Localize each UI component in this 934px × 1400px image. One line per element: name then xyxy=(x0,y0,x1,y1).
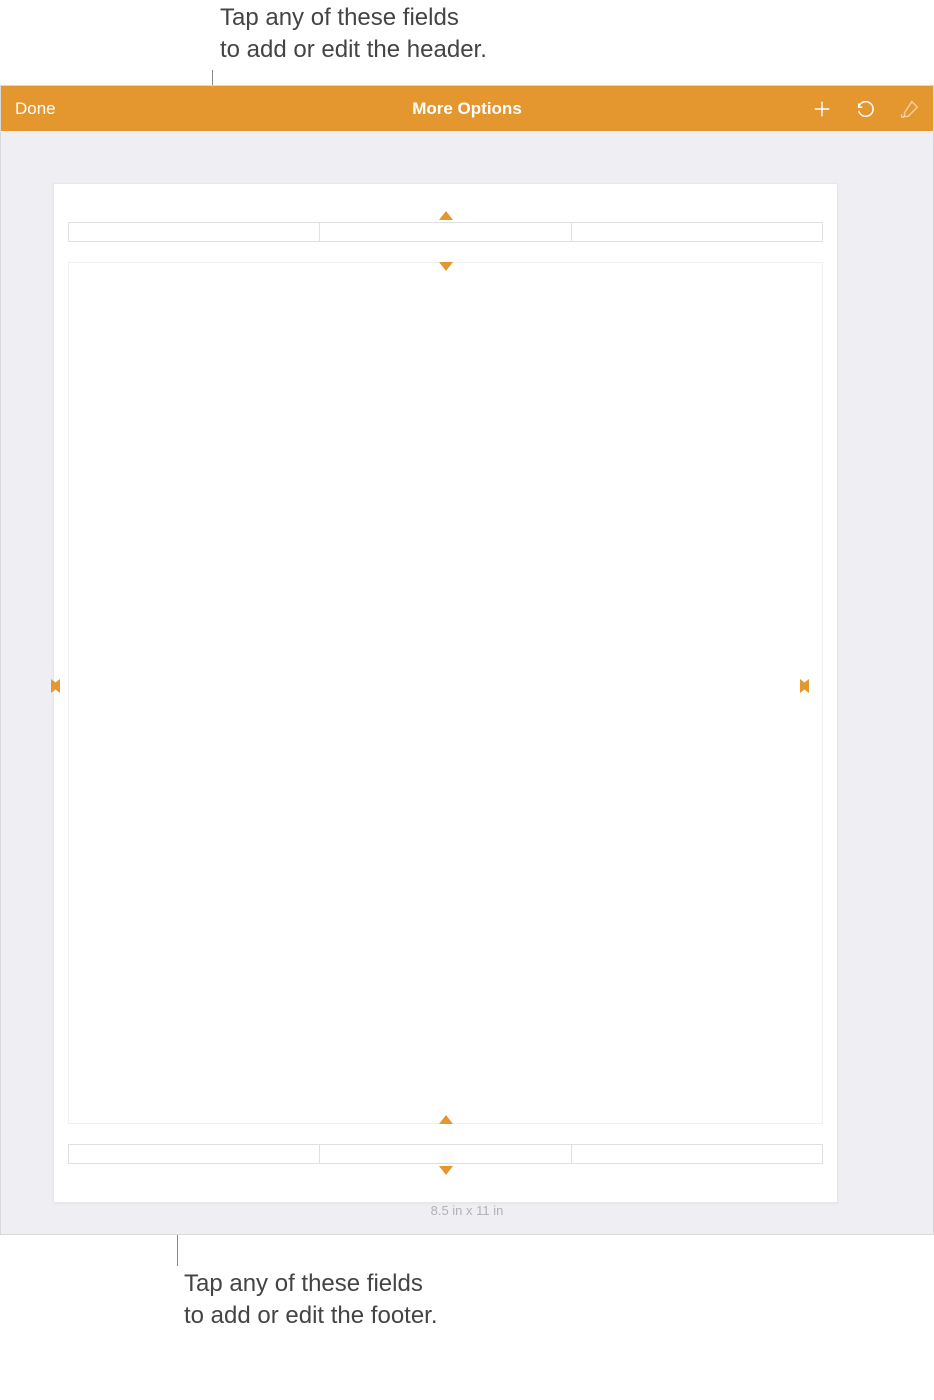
body-bottom-margin-handle[interactable] xyxy=(439,1115,453,1124)
app-window: Done More Options xyxy=(0,85,934,1235)
header-field-center[interactable] xyxy=(320,223,571,241)
header-field-row xyxy=(68,222,823,242)
add-icon[interactable] xyxy=(809,96,835,122)
brush-icon[interactable] xyxy=(897,96,923,122)
footer-bottom-margin-handle[interactable] xyxy=(439,1166,453,1175)
page-dimensions-label: 8.5 in x 11 in xyxy=(1,1203,933,1218)
undo-icon[interactable] xyxy=(853,96,879,122)
header-top-margin-handle[interactable] xyxy=(439,211,453,220)
toolbar-title: More Options xyxy=(1,99,933,119)
document-body[interactable] xyxy=(68,262,823,1124)
document-canvas: 8.5 in x 11 in xyxy=(1,131,933,1234)
footer-field-left[interactable] xyxy=(69,1145,320,1163)
callout-header: Tap any of these fields to add or edit t… xyxy=(220,2,487,67)
footer-field-row xyxy=(68,1144,823,1164)
toolbar: Done More Options xyxy=(1,86,933,131)
body-top-margin-handle[interactable] xyxy=(439,262,453,271)
callout-footer: Tap any of these fields to add or edit t… xyxy=(184,1268,438,1333)
toolbar-right-group xyxy=(809,86,923,131)
header-field-left[interactable] xyxy=(69,223,320,241)
footer-field-right[interactable] xyxy=(572,1145,822,1163)
footer-field-center[interactable] xyxy=(320,1145,571,1163)
page-sheet xyxy=(53,183,838,1203)
header-field-right[interactable] xyxy=(572,223,822,241)
